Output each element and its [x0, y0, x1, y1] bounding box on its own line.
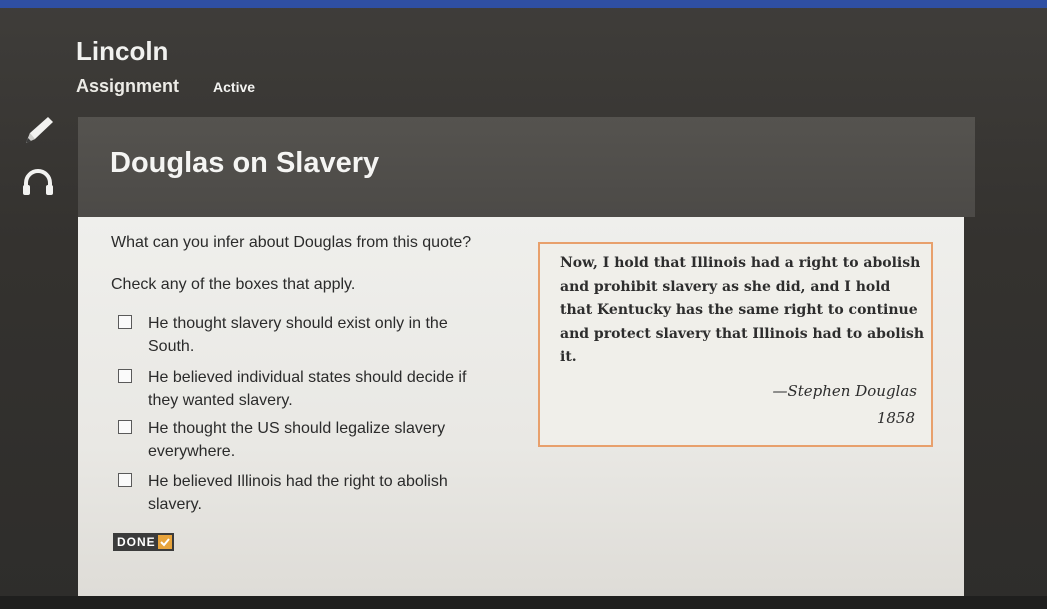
option-3[interactable]: He thought the US should legalize slaver…: [118, 417, 498, 463]
done-label: DONE: [117, 535, 156, 549]
tool-sidebar: [14, 112, 74, 212]
option-3-checkbox[interactable]: [118, 420, 132, 434]
audio-tool-button[interactable]: [14, 164, 62, 206]
subheader: Assignment Active: [76, 76, 255, 97]
pencil-tool-button[interactable]: [14, 112, 62, 154]
checkmark-icon: [157, 535, 172, 549]
option-2-label[interactable]: He believed individual states should dec…: [148, 366, 498, 412]
option-1[interactable]: He thought slavery should exist only in …: [118, 312, 498, 358]
assignment-label: Assignment: [76, 76, 180, 96]
option-4-label[interactable]: He believed Illinois had the right to ab…: [148, 470, 498, 516]
option-4-checkbox[interactable]: [118, 473, 132, 487]
app-title: Lincoln: [76, 36, 169, 66]
instruction-text: Check any of the boxes that apply.: [111, 276, 356, 293]
quote-author: —Stephen Douglas: [772, 382, 917, 400]
top-strip: [0, 0, 1047, 8]
option-4[interactable]: He believed Illinois had the right to ab…: [118, 470, 498, 516]
card-title: Douglas on Slavery: [110, 147, 380, 179]
done-button[interactable]: DONE: [113, 533, 174, 551]
quote-year: 1858: [876, 409, 915, 427]
card-body: What can you infer about Douglas from th…: [78, 217, 964, 597]
card-header: Douglas on Slavery: [78, 117, 975, 217]
bottom-bar: [0, 596, 1047, 609]
option-1-checkbox[interactable]: [118, 315, 132, 329]
option-2[interactable]: He believed individual states should dec…: [118, 366, 498, 412]
status-label: Active: [213, 78, 256, 95]
option-1-label[interactable]: He thought slavery should exist only in …: [148, 312, 498, 358]
question-text: What can you infer about Douglas from th…: [111, 234, 472, 251]
option-3-label[interactable]: He thought the US should legalize slaver…: [148, 417, 498, 463]
quote-text: Now, I hold that Illinois had a right to…: [560, 255, 924, 365]
pencil-icon: [18, 111, 58, 156]
quote-box: Now, I hold that Illinois had a right to…: [538, 242, 933, 447]
option-2-checkbox[interactable]: [118, 369, 132, 383]
headphones-icon: [18, 163, 58, 208]
